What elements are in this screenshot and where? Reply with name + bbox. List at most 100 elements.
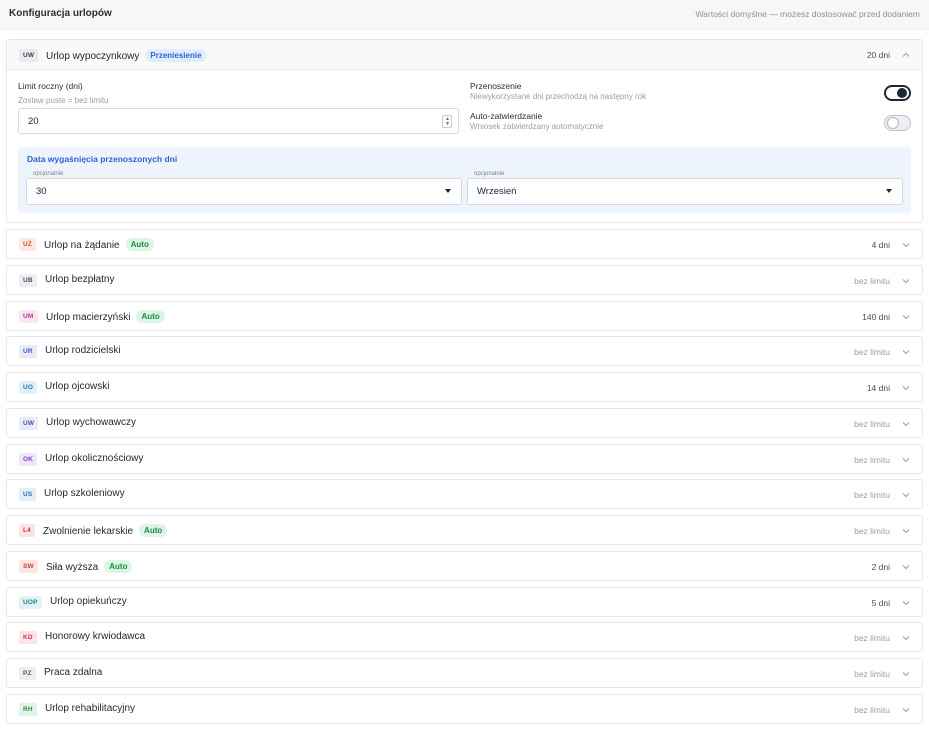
chevron-down-icon[interactable] (901, 490, 911, 500)
chevron-down-icon[interactable] (901, 419, 911, 429)
leave-days: bez limitu (854, 455, 890, 465)
leave-card[interactable]: L4 Zwolnienie lekarskie Auto bez limitu (6, 515, 923, 545)
leave-abbr-badge: UOP (19, 596, 42, 609)
leave-card[interactable]: OK Urlop okolicznościowy bez limitu (6, 444, 923, 474)
leave-card[interactable]: SW Siła wyższa Auto 2 dni (6, 551, 923, 581)
leave-name-text: Siła wyższa (46, 562, 99, 573)
expiry-month-value: Wrzesień (477, 186, 517, 197)
stepper-icon[interactable]: ▲ ▼ (442, 115, 452, 128)
leave-days: bez limitu (854, 276, 890, 286)
leave-days: bez limitu (854, 669, 890, 679)
leave-card[interactable]: UOP Urlop opiekuńczy 5 dni (6, 587, 923, 617)
leave-days: 5 dni (871, 598, 890, 608)
leave-abbr-badge: UR (19, 345, 37, 358)
leave-name: Urlop rodzicielski (45, 345, 121, 356)
leave-card[interactable]: KD Honorowy krwiodawca bez limitu (6, 622, 923, 652)
leave-name-text: Urlop bezpłatny (45, 274, 115, 285)
day-caption: opcjonalnie (33, 171, 64, 177)
auto-approve-hint: Wniosek zatwierdzany automatycznie (470, 122, 604, 131)
leave-card[interactable]: UW Urlop wychowawczy bez limitu (6, 408, 923, 438)
auto-approve-label: Auto-zatwierdzanie (470, 111, 543, 121)
chevron-down-icon[interactable] (901, 312, 911, 322)
leave-abbr-badge: UM (19, 310, 38, 323)
leave-name: Urlop wychowawczy (46, 417, 136, 428)
leave-name: Praca zdalna (44, 667, 102, 678)
leave-abbr-badge: L4 (19, 524, 35, 537)
leave-name-text: Urlop okolicznościowy (45, 453, 144, 464)
chevron-down-icon[interactable] (901, 669, 911, 679)
limit-hint: Zostaw puste = bez limitu (18, 96, 109, 105)
limit-label: Limit roczny (dni) (18, 81, 83, 91)
chevron-down-icon[interactable] (901, 240, 911, 250)
leave-days: 4 dni (871, 240, 890, 250)
chevron-down-icon[interactable] (901, 562, 911, 572)
expiry-month-select[interactable]: Wrzesień (467, 178, 903, 205)
chevron-down-icon[interactable] (901, 455, 911, 465)
leave-card-expanded: UW Urlop wypoczynkowy Przeniesienie 20 dn… (6, 39, 923, 223)
leave-name: Siła wyższa Auto (46, 560, 133, 573)
chevron-down-icon[interactable] (901, 705, 911, 715)
leave-days: bez limitu (854, 419, 890, 429)
auto-badge: Auto (136, 310, 165, 323)
leave-card[interactable]: UM Urlop macierzyński Auto 140 dni (6, 301, 923, 331)
leave-name-text: Urlop macierzyński (46, 312, 131, 323)
leave-days: 140 dni (862, 312, 890, 322)
chevron-down-icon[interactable] (901, 276, 911, 286)
chevron-down-icon[interactable] (901, 633, 911, 643)
month-caption: opcjonalnie (474, 171, 505, 177)
defaults-note: Wartości domyślne — możesz dostosować pr… (695, 9, 920, 19)
leave-abbr-badge: US (19, 488, 37, 501)
leave-card[interactable]: UŻ Urlop na żądanie Auto 4 dni (6, 229, 923, 259)
expiry-title: Data wygaśnięcia przenoszonych dni (27, 154, 178, 164)
chevron-up-icon[interactable] (901, 50, 911, 60)
leave-abbr-badge: KD (19, 631, 37, 644)
leave-name-text: Zwolnienie lekarskie (43, 526, 134, 537)
leave-name: Urlop okolicznościowy (45, 453, 143, 464)
leave-abbr-badge: UO (19, 381, 38, 394)
leave-days: 20 dni (866, 50, 890, 60)
annual-limit-input[interactable]: 20 ▲ ▼ (18, 108, 459, 134)
chevron-down-icon[interactable] (901, 598, 911, 608)
leave-name-text: Urlop opiekuńczy (50, 596, 127, 607)
leave-name-text: Urlop na żądanie (44, 240, 120, 251)
leave-days: bez limitu (854, 526, 890, 536)
caret-down-icon (445, 189, 451, 193)
auto-badge: Auto (125, 238, 154, 251)
carry-hint: Niewykorzystane dni przechodzą na następ… (470, 92, 647, 101)
leave-card-header[interactable]: UW Urlop wypoczynkowy Przeniesienie 20 dn… (7, 40, 922, 70)
leave-name-text: Urlop rodzicielski (45, 345, 121, 356)
expiry-day-select[interactable]: 30 (26, 178, 462, 205)
carry-toggle[interactable] (884, 85, 911, 101)
leave-abbr-badge: PZ (19, 667, 36, 680)
leave-name: Urlop na żądanie Auto (44, 238, 154, 251)
leave-card[interactable]: UB Urlop bezpłatny bez limitu (6, 265, 923, 295)
leave-card[interactable]: UO Urlop ojcowski 14 dni (6, 372, 923, 402)
carry-badge: Przeniesienie (145, 49, 207, 62)
header-bar: Konfiguracja urlopów Wartości domyślne —… (0, 0, 929, 30)
leave-card[interactable]: RH Urlop rehabilitacyjny bez limitu (6, 694, 923, 724)
leave-card[interactable]: PZ Praca zdalna bez limitu (6, 658, 923, 688)
leave-days: bez limitu (854, 347, 890, 357)
toggle-knob (897, 88, 907, 98)
auto-approve-toggle[interactable] (884, 115, 911, 131)
leave-name-text: Urlop szkoleniowy (44, 488, 125, 499)
leave-card[interactable]: UR Urlop rodzicielski bez limitu (6, 336, 923, 366)
leave-name-text: Praca zdalna (44, 667, 103, 678)
chevron-down-icon[interactable] (901, 347, 911, 357)
leave-abbr-badge: UW (19, 49, 39, 62)
leave-days: 2 dni (871, 562, 890, 572)
leave-name-text: Urlop wypoczynkowy (46, 51, 140, 62)
leave-name: Urlop macierzyński Auto (46, 310, 165, 323)
leave-abbr-badge: UW (19, 417, 39, 430)
leave-name-text: Honorowy krwiodawca (45, 631, 146, 642)
chevron-down-icon[interactable] (901, 526, 911, 536)
auto-badge: Auto (104, 560, 133, 573)
leave-abbr-badge: SW (19, 560, 38, 573)
leave-abbr-badge: RH (19, 703, 37, 716)
leave-name-text: Urlop rehabilitacyjny (45, 703, 136, 714)
leave-days: bez limitu (854, 633, 890, 643)
expiry-section: Data wygaśnięcia przenoszonych dni opcjo… (18, 147, 911, 213)
leave-name: Urlop opiekuńczy (50, 596, 127, 607)
chevron-down-icon[interactable] (901, 383, 911, 393)
leave-card[interactable]: US Urlop szkoleniowy bez limitu (6, 479, 923, 509)
